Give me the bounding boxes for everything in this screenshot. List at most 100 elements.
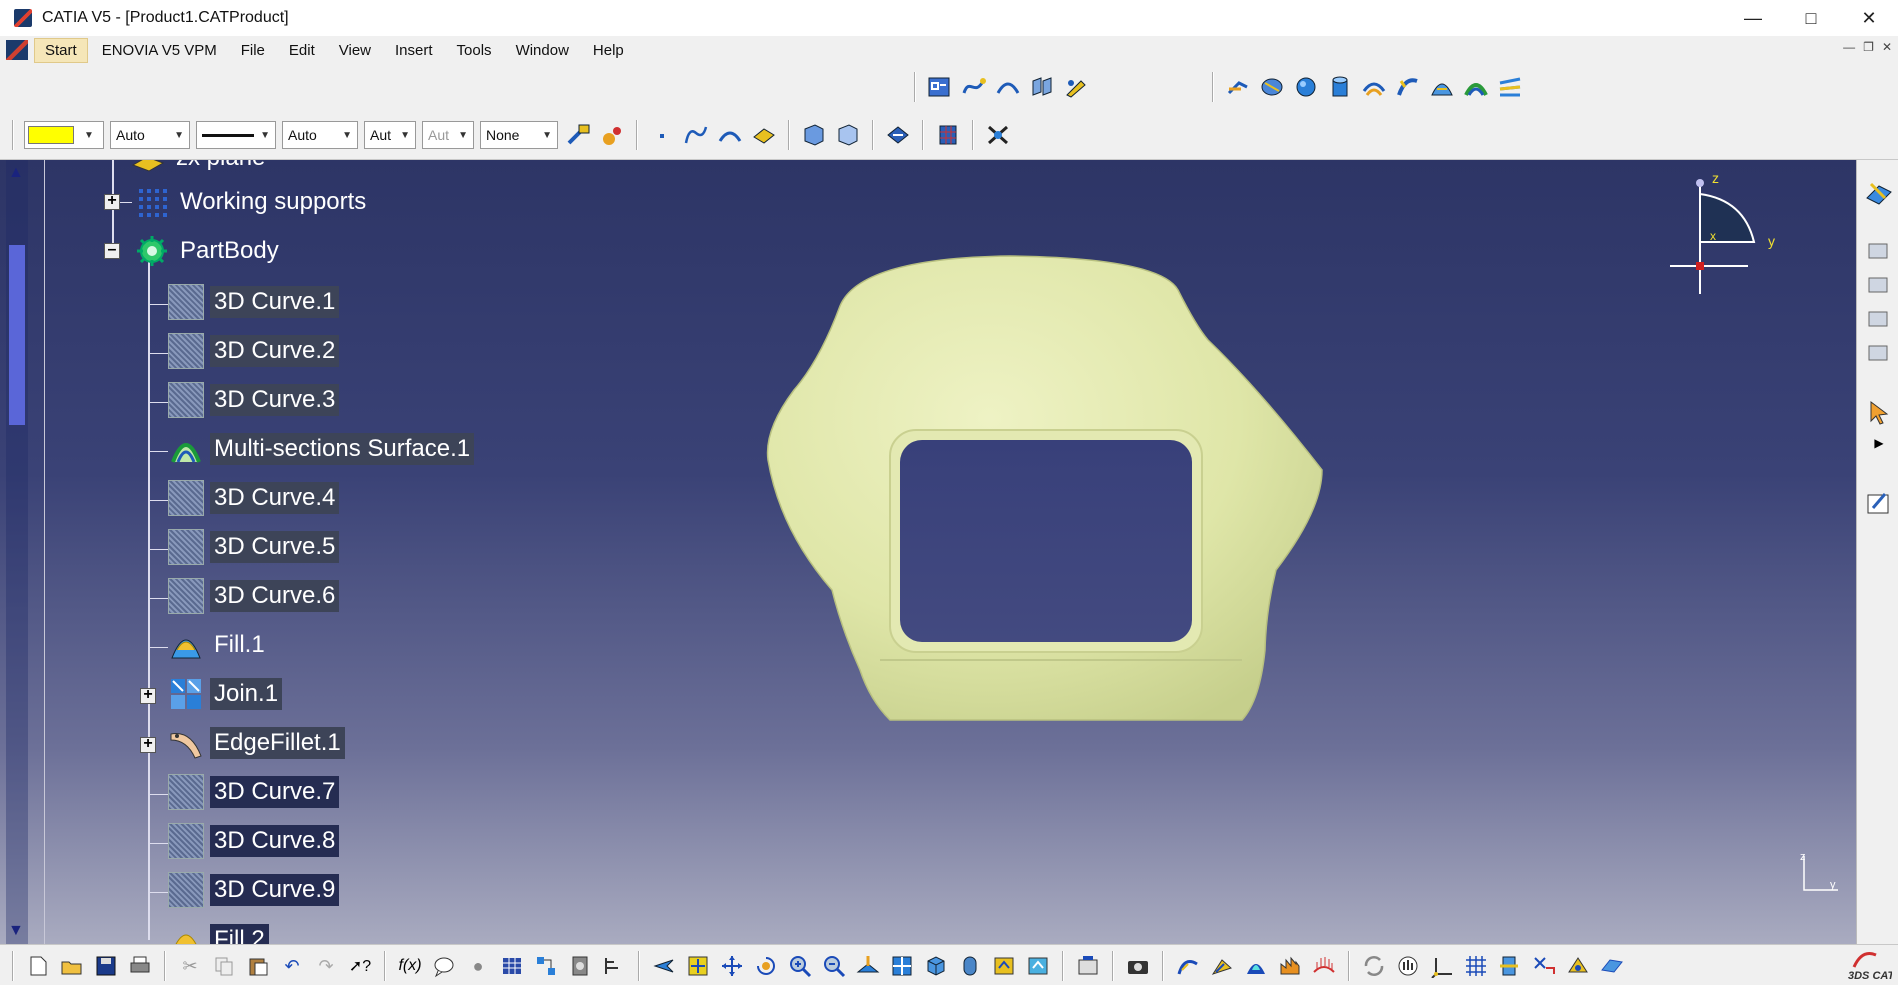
grid-icon[interactable]	[934, 121, 962, 149]
offset-surface-icon[interactable]	[1360, 73, 1388, 101]
view-orientation-icon[interactable]	[800, 121, 828, 149]
menu-edit[interactable]: Edit	[279, 38, 325, 63]
analysis-icon[interactable]	[884, 121, 912, 149]
tree-item-partbody[interactable]: PartBody	[134, 233, 283, 269]
whats-this-icon[interactable]: ➚?	[346, 952, 374, 980]
pan-icon[interactable]	[718, 952, 746, 980]
point-type-dropdown[interactable]: Aut ▼	[364, 121, 416, 149]
expand-icon[interactable]: +	[104, 193, 120, 210]
comment-icon[interactable]	[430, 952, 458, 980]
multi-view-icon[interactable]	[888, 952, 916, 980]
tree-item-working-supports[interactable]: Working supports	[134, 184, 370, 220]
menu-window[interactable]: Window	[506, 38, 579, 63]
layer-dropdown[interactable]: None ▼	[480, 121, 558, 149]
color-wizard-icon[interactable]	[598, 121, 626, 149]
tree-item-multi-sections-surface-1[interactable]: Multi-sections Surface.1	[168, 431, 475, 467]
line-weight-dropdown[interactable]: Auto ▼	[282, 121, 358, 149]
tool-icon-4[interactable]	[1865, 340, 1893, 368]
feature-recognition-icon[interactable]	[1564, 952, 1592, 980]
redo-icon[interactable]: ↷	[312, 952, 340, 980]
revolve-surface-icon[interactable]	[1258, 73, 1286, 101]
copy-icon[interactable]	[210, 952, 238, 980]
links-icon[interactable]	[532, 952, 560, 980]
line-curve-icon[interactable]	[682, 121, 710, 149]
tree-item-fill-2[interactable]: Fill.2	[168, 922, 269, 944]
plane-icon[interactable]	[750, 121, 778, 149]
tree-item-3d-curve-8[interactable]: 3D Curve.8	[168, 823, 340, 859]
tree-item-3d-curve-3[interactable]: 3D Curve.3	[168, 382, 340, 418]
tree-item-3d-curve-1[interactable]: 3D Curve.1	[168, 284, 340, 320]
scroll-thumb[interactable]	[9, 245, 25, 425]
maximize-icon[interactable]: □	[1782, 0, 1840, 36]
tree-item-join-1[interactable]: Join.1	[168, 676, 283, 712]
open-icon[interactable]	[58, 952, 86, 980]
curvature-analysis-icon[interactable]	[1276, 952, 1304, 980]
shading-icon[interactable]	[956, 952, 984, 980]
catalog-icon[interactable]	[566, 952, 594, 980]
formula-icon[interactable]: f(x)	[396, 952, 424, 980]
point-icon[interactable]	[648, 121, 676, 149]
select-arrow-icon[interactable]	[1865, 400, 1893, 428]
draft-analysis-icon[interactable]	[1242, 952, 1270, 980]
menu-insert[interactable]: Insert	[385, 38, 443, 63]
minimize-icon[interactable]: —	[1724, 0, 1782, 36]
save-icon[interactable]	[92, 952, 120, 980]
menu-help[interactable]: Help	[583, 38, 634, 63]
table-icon[interactable]	[498, 952, 526, 980]
transparency-dropdown[interactable]: Auto ▼	[110, 121, 190, 149]
pen-icon[interactable]	[1062, 73, 1090, 101]
multi-sections-icon[interactable]	[1462, 73, 1490, 101]
close-icon[interactable]: ✕	[1840, 0, 1898, 36]
cut-icon[interactable]: ✂	[176, 952, 204, 980]
disassemble-icon[interactable]	[1530, 952, 1558, 980]
tool-icon-1[interactable]	[1865, 238, 1893, 266]
update-icon[interactable]	[1360, 952, 1388, 980]
tool-icon-3[interactable]	[1865, 306, 1893, 334]
scroll-up-icon[interactable]: ▲	[8, 164, 24, 182]
porcupine-icon[interactable]	[1310, 952, 1338, 980]
tree-item-fill-1[interactable]: Fill.1	[168, 627, 269, 663]
tree-item-zx-plane[interactable]: zx plane	[130, 160, 269, 176]
arc-icon[interactable]	[994, 73, 1022, 101]
tree-item-3d-curve-4[interactable]: 3D Curve.4	[168, 480, 340, 516]
menu-view[interactable]: View	[329, 38, 381, 63]
expand-icon[interactable]: +	[140, 687, 156, 704]
3d-viewport[interactable]: ▲ ▼ + Working supports – PartBody 3D Cur…	[0, 160, 1856, 944]
expand-icon[interactable]: +	[140, 736, 156, 753]
knowledge-icon[interactable]: ●	[464, 952, 492, 980]
cylinder-icon[interactable]	[1326, 73, 1354, 101]
collapse-icon[interactable]: –	[104, 242, 120, 259]
fill-color-dropdown[interactable]: ▼	[24, 121, 104, 149]
projection-icon[interactable]	[1028, 73, 1056, 101]
surface-analysis-icon[interactable]	[1208, 952, 1236, 980]
hide-show-icon[interactable]	[990, 952, 1018, 980]
doc-close-icon[interactable]: ✕	[1882, 40, 1892, 54]
edit-icon[interactable]	[1865, 490, 1893, 518]
tree-item-3d-curve-5[interactable]: 3D Curve.5	[168, 529, 340, 565]
blend-icon[interactable]	[1496, 73, 1524, 101]
tree-item-edgefillet-1[interactable]: EdgeFillet.1	[168, 725, 345, 761]
catia-menu-icon[interactable]	[6, 40, 28, 60]
normal-view-icon[interactable]	[854, 952, 882, 980]
sweep-icon[interactable]	[1394, 73, 1422, 101]
undo-icon[interactable]: ↶	[278, 952, 306, 980]
surface-mode-icon[interactable]	[1598, 952, 1626, 980]
menu-file[interactable]: File	[231, 38, 275, 63]
zoom-in-icon[interactable]	[786, 952, 814, 980]
fill-surface-icon[interactable]	[1428, 73, 1456, 101]
menu-start[interactable]: Start	[34, 37, 88, 63]
measure-icon[interactable]	[600, 952, 628, 980]
extrude-surface-icon[interactable]	[1224, 73, 1252, 101]
menu-enovia[interactable]: ENOVIA V5 VPM	[92, 38, 227, 63]
doc-minimize-icon[interactable]: —	[1843, 40, 1855, 54]
doc-restore-icon[interactable]: ❐	[1863, 40, 1874, 54]
extract-icon[interactable]	[1496, 952, 1524, 980]
sphere-icon[interactable]	[1292, 73, 1320, 101]
paste-icon[interactable]	[244, 952, 272, 980]
axis-system-icon[interactable]	[1428, 952, 1456, 980]
painter-icon[interactable]	[564, 121, 592, 149]
fly-mode-icon[interactable]	[650, 952, 678, 980]
tree-item-3d-curve-9[interactable]: 3D Curve.9	[168, 872, 340, 908]
hand-manipulate-icon[interactable]	[1394, 952, 1422, 980]
fit-all-icon[interactable]	[684, 952, 712, 980]
